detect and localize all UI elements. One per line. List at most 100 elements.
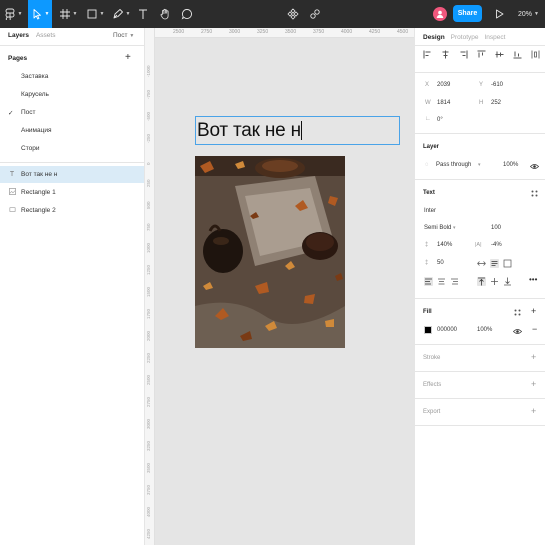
paragraph-spacing-input[interactable]: 50 — [437, 260, 444, 266]
layer-row-text[interactable]: T Вот так не н — [0, 166, 144, 183]
align-left-icon[interactable] — [423, 50, 432, 59]
text-icon: T — [9, 171, 15, 178]
remove-fill-button[interactable]: − — [532, 324, 537, 334]
move-tool-button[interactable]: ▼ — [28, 0, 52, 28]
y-input[interactable]: -610 — [491, 82, 503, 88]
add-page-button[interactable]: + — [125, 52, 131, 63]
comment-tool-button[interactable] — [180, 0, 194, 28]
text-layer-content[interactable]: Вот так не н — [196, 120, 301, 142]
layer-row-rectangle-1[interactable]: Rectangle 1 — [0, 184, 144, 201]
page-select-dropdown[interactable]: Пост ▼ — [113, 32, 134, 39]
letter-spacing-input[interactable]: -4% — [491, 242, 502, 248]
text-align-center-icon[interactable] — [437, 277, 446, 286]
divider — [0, 45, 144, 46]
vertical-align-middle-icon[interactable] — [490, 277, 499, 286]
checkmark-icon: ✓ — [8, 110, 14, 117]
x-input[interactable]: 2039 — [437, 82, 450, 88]
auto-height-icon[interactable] — [490, 259, 499, 268]
blend-mode-select[interactable]: Pass through — [436, 162, 471, 168]
font-family-select[interactable]: Inter — [424, 208, 436, 214]
align-right-icon[interactable] — [459, 50, 468, 59]
align-top-icon[interactable] — [477, 50, 486, 59]
ruler-tick: 2500 — [173, 29, 185, 35]
divider — [415, 398, 545, 399]
chevron-down-icon: ▾ — [453, 225, 456, 231]
photo-autumn-tea[interactable] — [195, 156, 345, 348]
text-styles-grid-icon[interactable] — [530, 189, 539, 198]
auto-width-icon[interactable] — [477, 259, 486, 268]
chevron-down-icon: ▼ — [44, 11, 50, 17]
tab-design[interactable]: Design — [423, 34, 445, 41]
chevron-down-icon: ▾ — [478, 162, 481, 168]
ruler-tick: 1750 — [146, 308, 151, 319]
layer-opacity-input[interactable]: 100% — [503, 162, 518, 168]
ruler-tick: 3000 — [146, 418, 151, 429]
fixed-size-icon[interactable] — [503, 259, 512, 268]
layer-label: Вот так не н — [21, 171, 58, 178]
chevron-down-icon: ▼ — [99, 11, 105, 17]
tab-inspect[interactable]: Inspect — [485, 34, 506, 41]
add-effect-button[interactable]: + — [531, 379, 536, 389]
component-tool-button[interactable] — [286, 0, 300, 28]
page-item-zastavka[interactable]: Заставка — [21, 73, 48, 80]
text-align-left-icon[interactable] — [424, 277, 433, 286]
alignment-controls — [423, 50, 540, 59]
share-button[interactable]: Share — [453, 5, 482, 22]
ruler-tick: -500 — [146, 111, 151, 121]
mask-tool-button[interactable] — [308, 0, 322, 28]
ruler-tick: 3500 — [146, 462, 151, 473]
ruler-tick: 750 — [146, 223, 151, 231]
canvas[interactable]: 2500 2750 3000 3250 3500 3750 4000 4250 … — [145, 28, 414, 545]
font-size-input[interactable]: 100 — [491, 225, 501, 231]
main-menu-button[interactable]: ▼ — [2, 0, 24, 28]
distribute-icon[interactable] — [531, 50, 540, 59]
font-weight-select[interactable]: Semi Bold — [424, 225, 451, 231]
text-layer-editing[interactable]: Вот так не н — [195, 116, 400, 145]
hand-tool-button[interactable] — [158, 0, 172, 28]
ruler-tick: 3750 — [146, 484, 151, 495]
ruler-left: -1000 -750 -500 -250 0 250 500 750 1000 … — [145, 28, 155, 545]
text-align-right-icon[interactable] — [450, 277, 459, 286]
layer-label: Rectangle 2 — [21, 207, 56, 214]
align-horizontal-center-icon[interactable] — [441, 50, 450, 59]
align-vertical-center-icon[interactable] — [495, 50, 504, 59]
page-item-karusel[interactable]: Карусель — [21, 91, 49, 98]
fill-section-title: Fill — [423, 309, 432, 315]
tab-assets[interactable]: Assets — [36, 32, 56, 39]
eye-icon[interactable] — [529, 162, 540, 171]
frame-tool-button[interactable]: ▼ — [57, 0, 79, 28]
align-bottom-icon[interactable] — [513, 50, 522, 59]
fill-styles-grid-icon[interactable] — [513, 308, 522, 317]
fill-opacity-input[interactable]: 100% — [477, 327, 492, 333]
zoom-dropdown[interactable]: 20% ▼ — [518, 0, 539, 28]
add-stroke-button[interactable]: + — [531, 352, 536, 362]
add-export-button[interactable]: + — [531, 406, 536, 416]
layer-row-rectangle-2[interactable]: Rectangle 2 — [0, 202, 144, 219]
present-button[interactable] — [492, 0, 506, 28]
text-tool-button[interactable] — [136, 0, 150, 28]
ruler-tick: 3750 — [313, 29, 325, 35]
page-item-post[interactable]: Пост — [21, 109, 36, 116]
user-avatar[interactable] — [433, 7, 447, 21]
eye-icon[interactable] — [512, 327, 523, 336]
fill-hex-input[interactable]: 000000 — [437, 327, 457, 333]
ruler-tick: 2750 — [146, 396, 151, 407]
vertical-align-top-icon[interactable] — [477, 277, 486, 286]
vertical-align-bottom-icon[interactable] — [503, 277, 512, 286]
tab-layers[interactable]: Layers — [8, 32, 29, 39]
shape-tool-button[interactable]: ▼ — [84, 0, 106, 28]
rotation-input[interactable]: 0° — [437, 117, 443, 123]
line-height-input[interactable]: 140% — [437, 242, 452, 248]
fill-color-swatch[interactable] — [424, 326, 432, 334]
chevron-down-icon: ▼ — [129, 33, 135, 39]
pen-tool-button[interactable]: ▼ — [110, 0, 132, 28]
h-input[interactable]: 252 — [491, 100, 501, 106]
page-item-animatsiya[interactable]: Анимация — [21, 127, 52, 134]
add-fill-button[interactable]: + — [531, 306, 536, 316]
page-item-stori[interactable]: Стори — [21, 145, 39, 152]
ruler-tick: 1000 — [146, 242, 151, 253]
divider — [415, 371, 545, 372]
tab-prototype[interactable]: Prototype — [451, 34, 479, 41]
w-input[interactable]: 1814 — [437, 100, 450, 106]
more-options-icon[interactable]: ••• — [529, 275, 537, 284]
